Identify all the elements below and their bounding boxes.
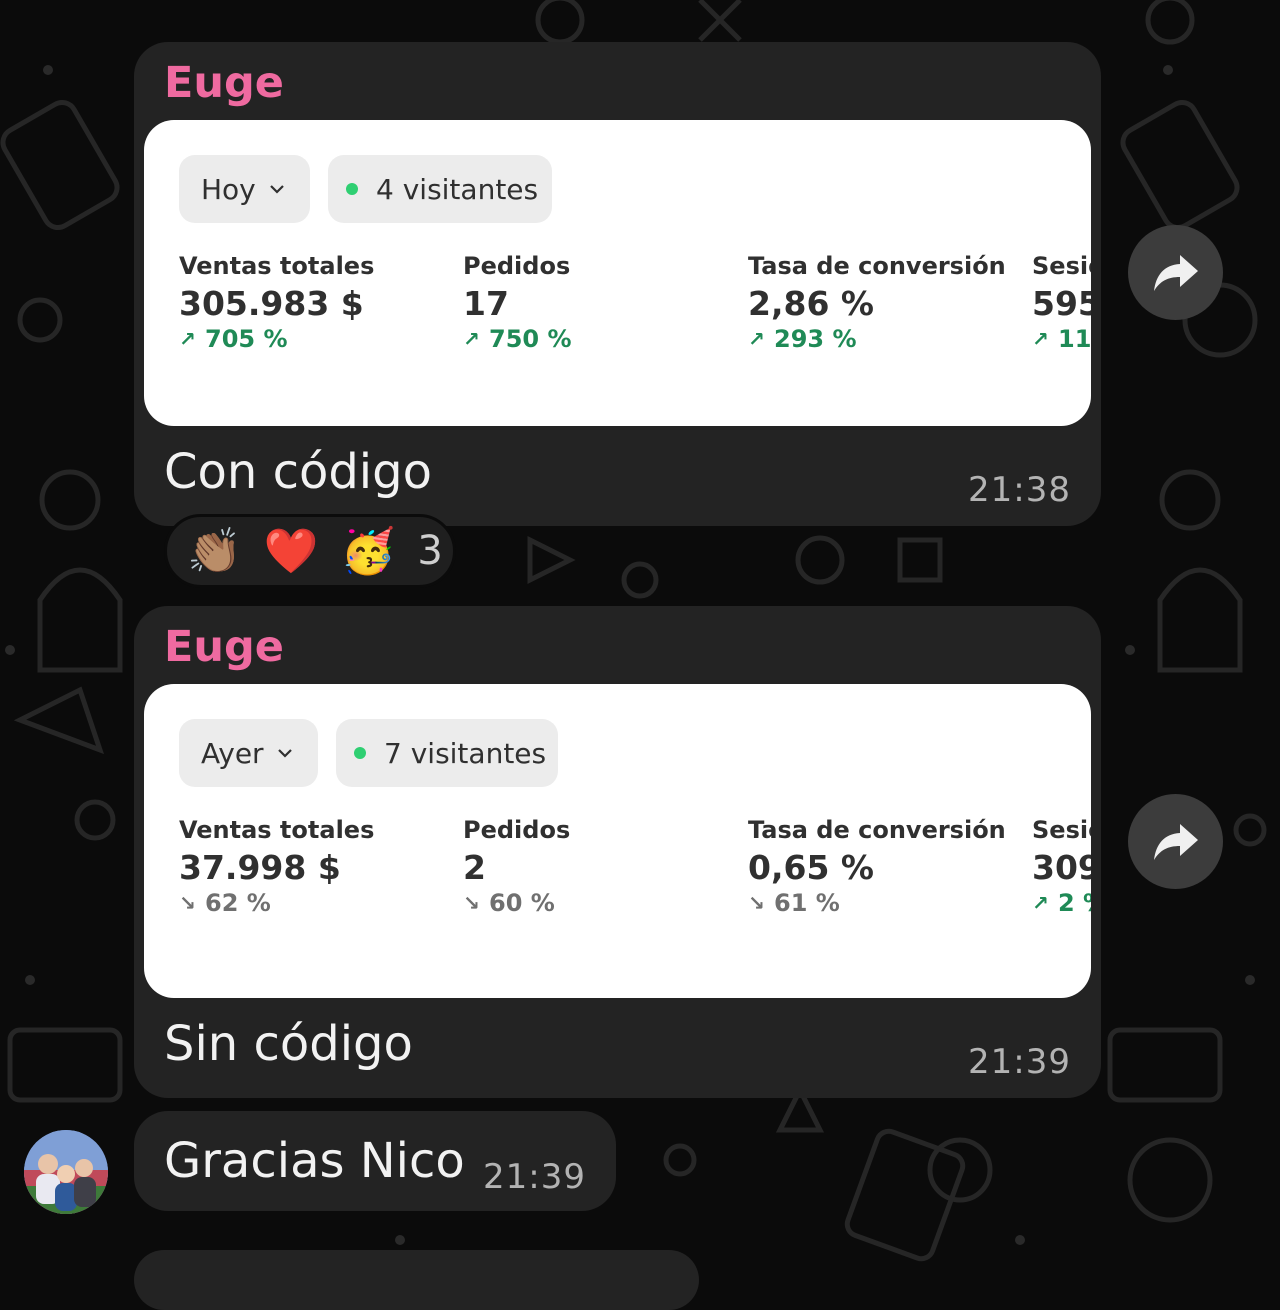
arrow-up-right-icon: ↗	[1032, 891, 1049, 915]
metric-sessions: Sesio 595 ↗116	[1032, 252, 1091, 353]
metric-orders: Pedidos 2 ↘ 60 %	[463, 816, 570, 917]
forward-arrow-icon	[1153, 823, 1198, 860]
sender-name[interactable]: Euge	[164, 622, 284, 672]
visitors-label: 7 visitantes	[384, 736, 547, 770]
metric-change: ↘ 61 %	[748, 889, 840, 917]
message-bubble[interactable]: Euge Hoy 4 visitantes Ventas totales 305…	[134, 42, 1101, 526]
metric-conversion: Tasa de conversión 0,65 % ↘ 61 %	[748, 816, 1006, 917]
forward-button[interactable]	[1128, 225, 1223, 320]
heart-emoji: ❤️	[263, 527, 319, 576]
reactions-bar[interactable]: 👏🏽 ❤️ 🥳 3	[164, 514, 456, 588]
metric-value: 595	[1032, 284, 1091, 323]
period-label: Hoy	[201, 172, 256, 206]
analytics-screenshot[interactable]: Hoy 4 visitantes Ventas totales 305.983 …	[144, 120, 1091, 426]
period-dropdown: Ayer	[179, 719, 318, 787]
forward-button[interactable]	[1128, 794, 1223, 889]
sender-name[interactable]: Euge	[164, 58, 284, 108]
avatar[interactable]	[24, 1130, 108, 1214]
visitors-chip: 7 visitantes	[336, 719, 558, 787]
metric-value: 2,86 %	[748, 284, 874, 323]
arrow-down-right-icon: ↘	[463, 891, 480, 915]
metric-value: 37.998 $	[179, 848, 341, 887]
metric-value: 309	[1032, 848, 1091, 887]
chevron-down-icon	[277, 749, 292, 758]
metric-change: ↗ 750 %	[463, 325, 572, 353]
metric-label: Tasa de conversión	[748, 816, 1006, 844]
metric-conversion: Tasa de conversión 2,86 % ↗ 293 %	[748, 252, 1006, 353]
metric-value: 305.983 $	[179, 284, 364, 323]
arrow-up-right-icon: ↗	[463, 327, 480, 351]
metric-change: ↗116	[1032, 325, 1091, 353]
message-text: Gracias Nico	[164, 1133, 465, 1189]
metric-label: Ventas totales	[179, 816, 375, 844]
metric-value: 2	[463, 848, 486, 887]
metric-label: Pedidos	[463, 816, 571, 844]
message-bubble[interactable]: Euge Ayer 7 visitantes Ventas totales 37…	[134, 606, 1101, 1098]
clap-emoji: 👏🏽	[187, 527, 242, 576]
metric-value: 17	[463, 284, 509, 323]
message-caption: Sin código	[164, 1016, 413, 1072]
metric-label: Sesic	[1032, 816, 1091, 844]
message-bubble[interactable]: Gracias Nico 21:39	[134, 1111, 616, 1211]
avatar-photo	[24, 1130, 108, 1214]
visitors-chip: 4 visitantes	[328, 155, 552, 223]
metric-label: Sesio	[1032, 252, 1091, 280]
metric-orders: Pedidos 17 ↗ 750 %	[463, 252, 572, 353]
chevron-down-icon	[269, 185, 284, 194]
metric-change: ↗2 %	[1032, 889, 1091, 917]
forward-arrow-icon	[1153, 254, 1198, 291]
reaction-count: 3	[417, 528, 443, 574]
party-emoji: 🥳	[340, 527, 396, 576]
metric-label: Pedidos	[463, 252, 571, 280]
metric-change: ↘ 62 %	[179, 889, 271, 917]
arrow-up-right-icon: ↗	[748, 327, 765, 351]
arrow-down-right-icon: ↘	[179, 891, 196, 915]
live-dot-icon	[354, 747, 366, 759]
metric-change: ↗ 293 %	[748, 325, 857, 353]
message-time: 21:39	[483, 1157, 586, 1197]
metric-value: 0,65 %	[748, 848, 874, 887]
analytics-screenshot[interactable]: Ayer 7 visitantes Ventas totales 37.998 …	[144, 684, 1091, 998]
live-dot-icon	[346, 183, 358, 195]
message-time: 21:38	[968, 470, 1071, 510]
message-bubble-partial[interactable]	[134, 1250, 699, 1310]
metric-total-sales: Ventas totales 305.983 $ ↗ 705 %	[179, 252, 374, 353]
message-caption: Con código	[164, 444, 432, 500]
metric-change: ↘ 60 %	[463, 889, 555, 917]
metric-sessions: Sesic 309 ↗2 %	[1032, 816, 1091, 917]
arrow-up-right-icon: ↗	[1032, 327, 1049, 351]
visitors-label: 4 visitantes	[376, 172, 539, 206]
message-time: 21:39	[968, 1042, 1071, 1082]
arrow-up-right-icon: ↗	[179, 327, 196, 351]
period-dropdown: Hoy	[179, 155, 310, 223]
metric-total-sales: Ventas totales 37.998 $ ↘ 62 %	[179, 816, 374, 917]
metric-change: ↗ 705 %	[179, 325, 288, 353]
arrow-down-right-icon: ↘	[748, 891, 765, 915]
metric-label: Ventas totales	[179, 252, 375, 280]
metric-label: Tasa de conversión	[748, 252, 1006, 280]
period-label: Ayer	[201, 736, 264, 770]
